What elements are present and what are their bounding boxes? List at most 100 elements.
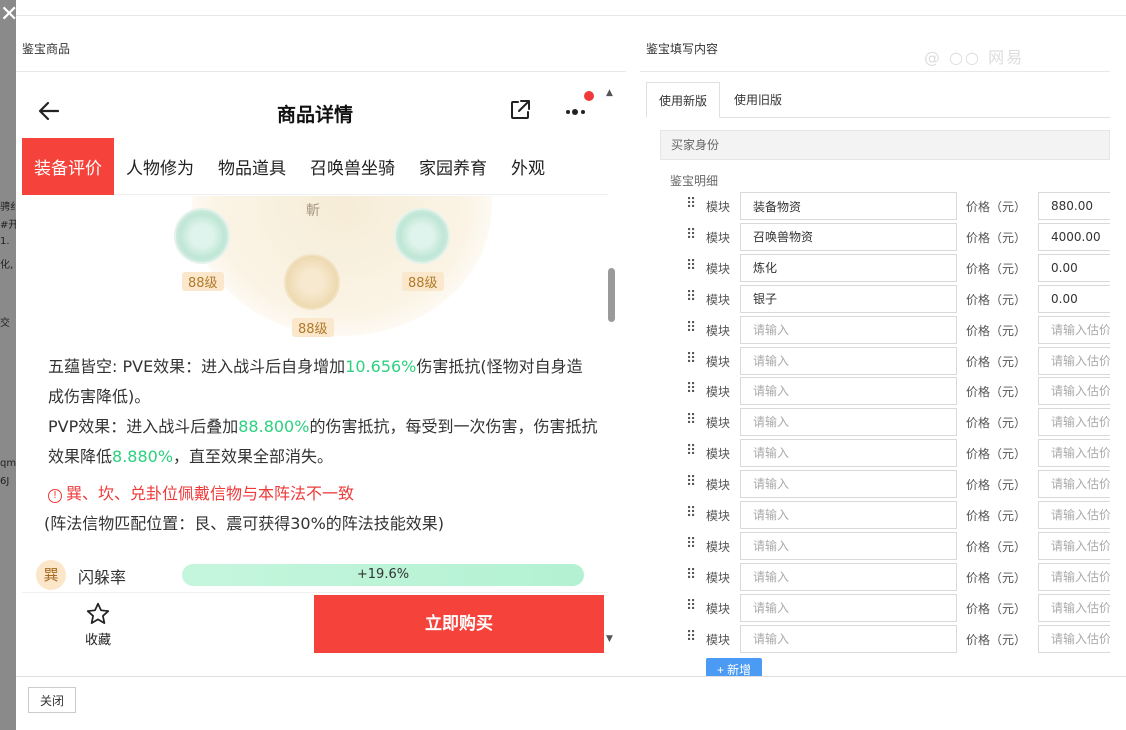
price-label: 价格（元） [966, 570, 1027, 585]
tab-old-version[interactable]: 使用旧版 [722, 82, 794, 118]
price-input[interactable] [1038, 531, 1110, 560]
scrollbar[interactable]: ▲ ▼ [606, 88, 618, 654]
equip-slot-icon[interactable] [394, 208, 450, 264]
module-input[interactable] [740, 284, 957, 313]
desc-text: ，直至效果全部消失。 [173, 447, 334, 466]
notification-dot [584, 91, 594, 101]
formation-label: 斬 [306, 203, 320, 219]
module-input[interactable] [740, 253, 957, 282]
module-input[interactable] [740, 222, 957, 251]
stat-label: 闪躲率 [78, 568, 127, 587]
share-icon[interactable] [508, 98, 532, 122]
favorite-button[interactable]: 收藏 [78, 601, 118, 648]
stat-progress-bar: +19.6% [182, 564, 584, 586]
price-input[interactable] [1038, 377, 1110, 406]
module-label: 模块 [706, 539, 731, 554]
tab-items[interactable]: 物品道具 [206, 138, 298, 195]
tab-summons-mounts[interactable]: 召唤兽坐骑 [298, 138, 407, 195]
background-text: 1. [0, 236, 10, 247]
drag-handle-icon[interactable]: ⠿ [686, 289, 696, 305]
background-text: 交 [0, 318, 10, 329]
module-input[interactable] [740, 377, 957, 406]
price-input[interactable] [1038, 593, 1110, 622]
tab-character-cultivation[interactable]: 人物修为 [114, 138, 206, 195]
equip-slot-icon[interactable] [284, 254, 340, 310]
detail-row: ⠿ 模块 价格（元） [670, 624, 1110, 653]
module-input[interactable] [740, 408, 957, 437]
price-label: 价格（元） [966, 539, 1027, 554]
price-input[interactable] [1038, 346, 1110, 375]
drag-handle-icon[interactable]: ⠿ [686, 320, 696, 336]
favorite-label: 收藏 [84, 633, 111, 648]
price-input[interactable] [1038, 501, 1110, 529]
module-input[interactable] [740, 315, 957, 344]
module-input[interactable] [740, 346, 957, 375]
price-input[interactable] [1038, 315, 1110, 344]
price-label: 价格（元） [966, 323, 1027, 338]
price-input[interactable] [1038, 192, 1110, 220]
price-input[interactable] [1038, 624, 1110, 653]
module-label: 模块 [706, 261, 731, 276]
module-input[interactable] [740, 624, 957, 653]
price-input[interactable] [1038, 408, 1110, 437]
close-button[interactable]: 关闭 [28, 687, 76, 713]
module-input[interactable] [740, 531, 957, 560]
drag-handle-icon[interactable]: ⠿ [686, 598, 696, 614]
module-label: 模块 [706, 292, 731, 307]
price-input[interactable] [1038, 470, 1110, 499]
drag-handle-icon[interactable]: ⠿ [686, 567, 696, 583]
more-options-icon[interactable] [562, 98, 592, 122]
detail-row: ⠿ 模块 价格（元） [670, 562, 1110, 591]
scrollbar-thumb[interactable] [608, 268, 615, 322]
module-input[interactable] [740, 562, 957, 591]
tab-equipment-eval[interactable]: 装备评价 [22, 137, 114, 195]
detail-row: ⠿ 模块 价格（元） [670, 531, 1110, 560]
price-input[interactable] [1038, 562, 1110, 591]
tab-new-version[interactable]: 使用新版 [646, 82, 721, 118]
drag-handle-icon[interactable]: ⠿ [686, 412, 696, 428]
price-input[interactable] [1038, 284, 1110, 313]
drag-handle-icon[interactable]: ⠿ [686, 474, 696, 490]
price-input[interactable] [1038, 222, 1110, 251]
equip-slot-icon[interactable] [174, 208, 230, 264]
drag-handle-icon[interactable]: ⠿ [686, 258, 696, 274]
formation-note: (阵法信物匹配位置：艮、震可获得30%的阵法技能效果) [44, 514, 445, 533]
module-label: 模块 [706, 478, 731, 493]
module-label: 模块 [706, 447, 731, 462]
drag-handle-icon[interactable]: ⠿ [686, 196, 696, 212]
section-appraisal-details: 鉴宝明细 [670, 174, 719, 188]
module-input[interactable] [740, 439, 957, 468]
price-label: 价格（元） [966, 447, 1027, 462]
drag-handle-icon[interactable]: ⠿ [686, 629, 696, 645]
drag-handle-icon[interactable]: ⠿ [686, 443, 696, 459]
detail-row: ⠿ 模块 价格（元） [670, 593, 1110, 622]
price-input[interactable] [1038, 253, 1110, 282]
module-input[interactable] [740, 501, 957, 529]
detail-row: ⠿ 模块 价格（元） [670, 253, 1110, 282]
detail-row: ⠿ 模块 价格（元） [670, 408, 1110, 437]
price-input[interactable] [1038, 439, 1110, 468]
detail-row: ⠿ 模块 价格（元） [670, 315, 1110, 344]
drag-handle-icon[interactable]: ⠿ [686, 351, 696, 367]
price-label: 价格（元） [966, 385, 1027, 400]
desc-text: PVP效果：进入战斗后叠加 [48, 417, 239, 436]
drag-handle-icon[interactable]: ⠿ [686, 505, 696, 521]
module-input[interactable] [740, 470, 957, 499]
price-label: 价格（元） [966, 200, 1027, 214]
detail-row: ⠿ 模块 价格（元） [670, 439, 1110, 468]
tab-appearance[interactable]: 外观 [499, 138, 557, 195]
add-row-button[interactable]: + 新增 [706, 658, 762, 676]
price-label: 价格（元） [966, 416, 1027, 431]
price-label: 价格（元） [966, 292, 1027, 307]
tab-home[interactable]: 家园养育 [407, 138, 499, 195]
modal-footer: 关闭 [16, 676, 1126, 730]
module-input[interactable] [740, 192, 957, 220]
scroll-up-icon[interactable]: ▲ [606, 88, 613, 98]
drag-handle-icon[interactable]: ⠿ [686, 381, 696, 397]
buy-now-button[interactable]: 立即购买 [314, 595, 604, 653]
drag-handle-icon[interactable]: ⠿ [686, 227, 696, 243]
scroll-down-icon[interactable]: ▼ [606, 634, 613, 644]
module-input[interactable] [740, 593, 957, 622]
close-icon[interactable]: ✕ [0, 4, 16, 26]
drag-handle-icon[interactable]: ⠿ [686, 536, 696, 552]
